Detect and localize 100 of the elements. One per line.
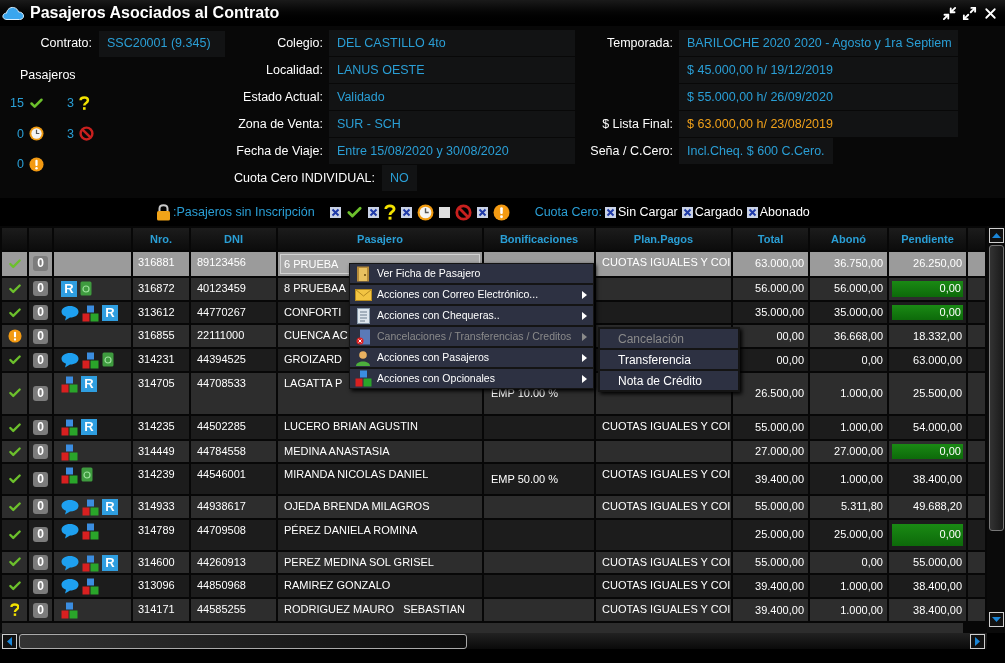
count-badge: 0 <box>33 555 48 570</box>
table-cell: 22111000 <box>191 325 276 348</box>
table-cell: 44502285 <box>191 415 276 440</box>
table-cell: 314705 <box>133 373 189 414</box>
table-cell: 25.000,00 <box>810 519 887 550</box>
table-cell: CUOTAS IGUALES Y COI <box>596 464 731 495</box>
pending-amount: 38.400,00 <box>913 472 963 486</box>
field-label: Fecha de Viaje: <box>235 142 323 160</box>
field-value: $ 55.000,00 h/ 26/09/2020 <box>679 84 958 110</box>
table-cell: 1.000,00 <box>810 373 887 414</box>
table-cell: CUOTAS IGUALES Y COI <box>596 575 731 598</box>
field-label: Colegio: <box>276 34 323 52</box>
field-label: Temporada: <box>607 34 673 52</box>
table-cell: 0,00 <box>810 551 887 574</box>
table-cell: 27.000,00 <box>810 441 887 463</box>
filter-label: Sin Cargar <box>618 203 678 221</box>
table-cell: 313612 <box>133 301 189 324</box>
table-cell: 44770267 <box>191 301 276 324</box>
table-cell: 44394525 <box>191 349 276 372</box>
status-count: 3 <box>66 94 74 112</box>
table-cell: 44709508 <box>191 519 276 550</box>
table-cell: 314235 <box>133 415 189 440</box>
table-cell: 5.311,80 <box>810 496 887 518</box>
count-badge: 0 <box>33 256 48 272</box>
pending-amount: 54.000,00 <box>913 421 963 435</box>
passenger-name: LUCERO BRIAN AGUSTIN <box>284 419 418 433</box>
table-cell: 314239 <box>133 464 189 495</box>
field-value: Incl.Cheq. $ 600 C.Cero. <box>679 138 833 164</box>
paid-amount: 0,00 <box>892 444 963 460</box>
pending-amount: 38.400,00 <box>913 603 963 617</box>
field-label: Zona de Venta: <box>237 115 323 133</box>
table-cell: 44784558 <box>191 441 276 463</box>
filter-label: Abonado <box>759 203 810 221</box>
count-badge: 0 <box>33 281 48 297</box>
paid-amount: 0,00 <box>892 523 963 546</box>
count-badge: 0 <box>33 499 48 515</box>
table-cell: 40123459 <box>191 277 276 300</box>
table-cell: 35.000,00 <box>810 301 887 324</box>
table-cell: 63.000,00 <box>733 252 808 276</box>
table-cell: 44850968 <box>191 575 276 598</box>
table-cell: CUOTAS IGUALES Y COI <box>596 599 731 621</box>
passenger-name: PEREZ MEDINA SOL GRISEL <box>284 555 434 569</box>
field-value: LANUS OESTE <box>329 57 575 83</box>
pending-amount: 55.000,00 <box>913 556 963 569</box>
table-cell: 314933 <box>133 496 189 518</box>
table-cell: 314789 <box>133 519 189 550</box>
count-badge: 0 <box>33 305 48 320</box>
status-count: 15 <box>9 94 24 112</box>
table-cell: 313096 <box>133 575 189 598</box>
table-cell: 89123456 <box>191 252 276 276</box>
table-cell: EMP 50.00 % <box>484 464 594 495</box>
table-cell: 316881 <box>133 252 189 276</box>
field-label: Estado Actual: <box>242 88 323 106</box>
table-cell: 56.000,00 <box>733 277 808 300</box>
field-label: Seña / C.Cero: <box>590 142 673 160</box>
field-label: $ Lista Final: <box>602 115 673 133</box>
table-cell: 25.000,00 <box>733 519 808 550</box>
table-cell: 26.500,00 <box>733 373 808 414</box>
field-label: Contrato: <box>39 35 92 53</box>
passenger-name: MEDINA ANASTASIA <box>284 445 390 459</box>
field-value: NO <box>382 165 417 191</box>
passenger-name: RODRIGUEZ MAURO SEBASTIAN <box>284 603 465 617</box>
table-cell: 1.000,00 <box>810 415 887 440</box>
field-value: BARILOCHE 2020 2020 - Agosto y 1ra Septiem <box>679 30 958 56</box>
passenger-name: LAGATTA P <box>284 377 343 391</box>
passenger-name: CONFORTI <box>284 305 342 319</box>
r-badge: R <box>81 376 97 393</box>
table-cell: 00,00 <box>733 325 808 348</box>
table-cell: 35.000,00 <box>733 301 808 324</box>
filter-label: Cargado <box>694 203 743 221</box>
field-value: $ 63.000,00 h/ 23/08/2019 <box>679 111 958 137</box>
count-badge: 0 <box>33 328 48 344</box>
count-badge: 0 <box>33 444 48 460</box>
table-cell: 44546001 <box>191 464 276 495</box>
pending-amount: 26.250,00 <box>913 257 963 271</box>
passenger-name: OJEDA BRENDA MILAGROS <box>284 500 430 514</box>
status-count: 0 <box>16 125 24 143</box>
table-cell: 39.400,00 <box>733 575 808 598</box>
count-badge: 0 <box>33 527 48 543</box>
count-badge: 0 <box>33 385 48 401</box>
field-label: Localidad: <box>265 61 323 79</box>
count-badge: 0 <box>33 420 48 436</box>
pending-amount: 25.500,00 <box>913 386 963 400</box>
pending-amount: 18.332,00 <box>913 329 963 343</box>
table-cell: 27.000,00 <box>733 441 808 463</box>
table-cell: 1.000,00 <box>810 599 887 621</box>
window-title: Pasajeros Asociados al Contrato <box>30 3 280 23</box>
status-count: 0 <box>16 156 24 174</box>
pending-amount: 38.400,00 <box>913 579 963 593</box>
table-cell: 55.000,00 <box>733 415 808 440</box>
table-cell: 55.000,00 <box>733 496 808 518</box>
r-badge: R <box>102 304 118 321</box>
field-value: $ 45.000,00 h/ 19/12/2019 <box>679 57 958 83</box>
passenger-name: MIRANDA NICOLAS DANIEL <box>284 468 429 482</box>
field-label: Cuota Cero INDIVIDUAL: <box>232 169 375 187</box>
passenger-name: PÉREZ DANIELA ROMINA <box>284 523 418 537</box>
table-cell: 314449 <box>133 441 189 463</box>
table-cell: 316855 <box>133 325 189 348</box>
count-badge: 0 <box>33 352 48 368</box>
field-value: Entre 15/08/2020 y 30/08/2020 <box>329 138 575 164</box>
